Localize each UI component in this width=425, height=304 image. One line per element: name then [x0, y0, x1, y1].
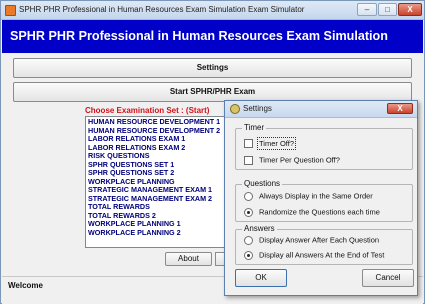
- settings-dialog: Settings X Timer Timer Off? Timer Per Qu…: [224, 100, 418, 296]
- checkbox-box[interactable]: [244, 155, 253, 165]
- dialog-close-button[interactable]: X: [387, 103, 413, 114]
- minimize-button[interactable]: –: [357, 3, 377, 16]
- dialog-title-bar[interactable]: Settings X: [225, 101, 417, 118]
- title-bar[interactable]: SPHR PHR Professional in Human Resources…: [1, 1, 424, 20]
- answer-after-each-label: Display Answer After Each Question: [259, 235, 380, 245]
- status-text: Welcome: [8, 281, 43, 290]
- start-exam-button[interactable]: Start SPHR/PHR Exam: [13, 82, 412, 102]
- questions-group: Questions Always Display in the Same Ord…: [235, 179, 413, 222]
- randomize-label: Randomize the Questions each time: [259, 207, 380, 217]
- ok-button[interactable]: OK: [235, 269, 287, 287]
- radio-button-selected[interactable]: [244, 250, 253, 260]
- settings-icon: [230, 104, 240, 114]
- settings-button[interactable]: Settings: [13, 58, 412, 78]
- dialog-title: Settings: [243, 104, 272, 113]
- timer-per-question-label: Timer Per Question Off?: [259, 155, 340, 165]
- timer-off-label: Timer Off?: [256, 136, 297, 150]
- answers-group-title: Answers: [242, 224, 277, 233]
- answers-at-end-label: Display all Answers At the End of Test: [259, 250, 385, 260]
- app-icon: [5, 5, 16, 16]
- radio-button[interactable]: [244, 235, 253, 245]
- exam-set-label: Choose Examination Set : (Start): [85, 106, 210, 115]
- same-order-radio[interactable]: Always Display in the Same Order: [244, 191, 373, 201]
- checkbox-box[interactable]: [244, 138, 253, 148]
- radio-button[interactable]: [244, 191, 253, 201]
- questions-group-title: Questions: [242, 179, 283, 188]
- about-button[interactable]: About: [165, 252, 212, 266]
- exam-set-list[interactable]: HUMAN RESOURCE DEVELOPMENT 1 HUMAN RESOU…: [85, 116, 235, 248]
- answers-group: Answers Display Answer After Each Questi…: [235, 224, 413, 265]
- randomize-radio[interactable]: Randomize the Questions each time: [244, 207, 380, 217]
- timer-off-checkbox[interactable]: Timer Off?: [244, 136, 297, 150]
- cancel-button[interactable]: Cancel: [362, 269, 414, 287]
- list-item[interactable]: WORKPLACE PLANNING 2: [88, 228, 181, 238]
- timer-group: Timer Timer Off? Timer Per Question Off?: [235, 123, 413, 170]
- same-order-label: Always Display in the Same Order: [259, 191, 373, 201]
- banner: SPHR PHR Professional in Human Resources…: [2, 20, 423, 53]
- timer-per-question-checkbox[interactable]: Timer Per Question Off?: [244, 155, 340, 165]
- radio-button-selected[interactable]: [244, 207, 253, 217]
- answers-at-end-radio[interactable]: Display all Answers At the End of Test: [244, 250, 384, 260]
- answer-after-each-radio[interactable]: Display Answer After Each Question: [244, 235, 379, 245]
- timer-group-title: Timer: [242, 123, 267, 132]
- window-title: SPHR PHR Professional in Human Resources…: [19, 5, 305, 14]
- close-button[interactable]: X: [398, 3, 422, 16]
- maximize-button[interactable]: □: [378, 3, 397, 16]
- banner-title: SPHR PHR Professional in Human Resources…: [10, 29, 388, 43]
